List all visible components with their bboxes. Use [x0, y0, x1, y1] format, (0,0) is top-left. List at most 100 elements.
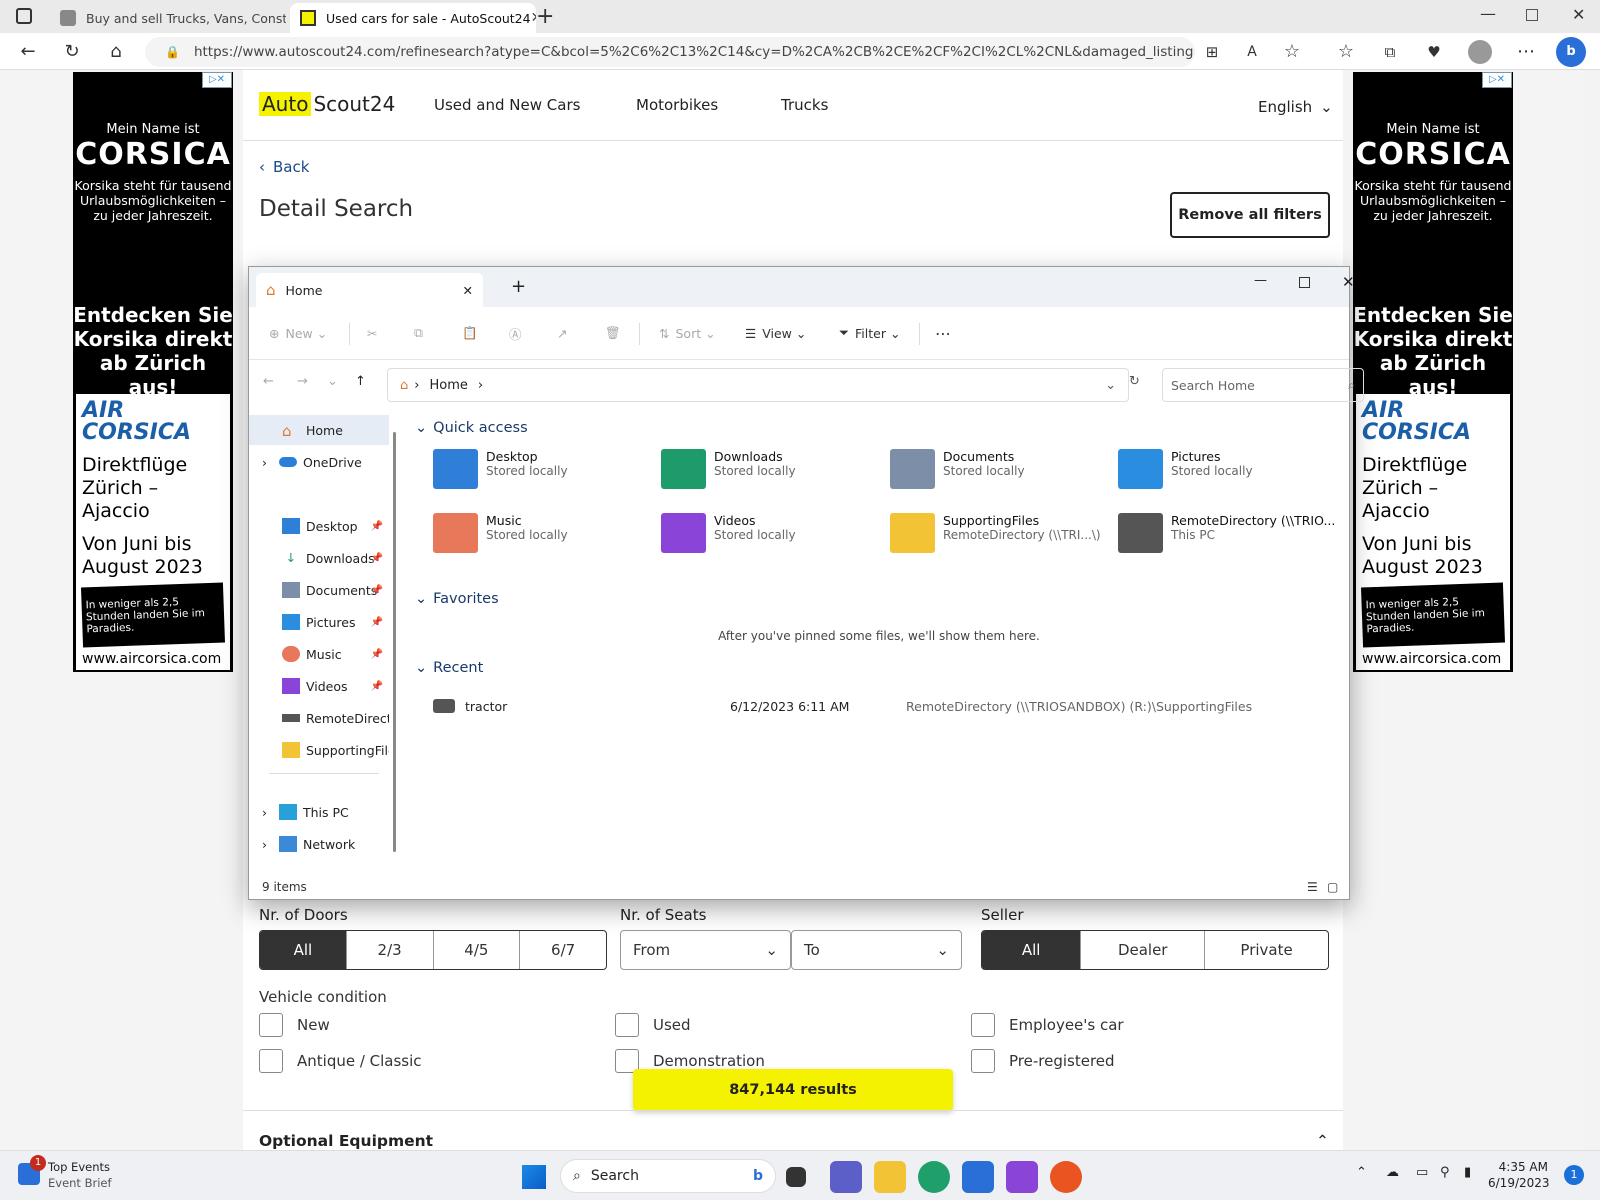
quick-access-item[interactable]: Videos Stored locally — [661, 513, 886, 573]
more-menu-icon[interactable]: ⋯ — [1514, 40, 1538, 64]
forward-arrow-icon[interactable]: → — [297, 374, 308, 389]
adchoices-icon[interactable]: ▷✕ — [202, 72, 232, 88]
remove-filters-button[interactable]: Remove all filters — [1170, 192, 1330, 238]
condition-employee[interactable]: Employee's car — [971, 1013, 1124, 1037]
doors-option[interactable]: 6/7 — [520, 931, 606, 969]
collections-icon[interactable]: ⧉ — [1378, 40, 1402, 64]
file-explorer-icon[interactable] — [874, 1161, 906, 1193]
checkbox[interactable] — [259, 1049, 283, 1073]
quick-access-item[interactable]: SupportingFiles RemoteDirectory (\\TRI...… — [890, 513, 1115, 573]
doors-option[interactable]: 2/3 — [347, 931, 434, 969]
restore-window-icon[interactable] — [1526, 9, 1538, 21]
bing-chat-icon[interactable]: b — [1556, 37, 1586, 67]
checkbox[interactable] — [259, 1013, 283, 1037]
quick-access-item[interactable]: RemoteDirectory (\\TRIO... This PC — [1118, 513, 1343, 573]
view-button[interactable]: ☰ View ⌄ — [745, 319, 806, 347]
more-options-icon[interactable]: ⋯ — [935, 319, 951, 347]
store-icon[interactable] — [962, 1161, 994, 1193]
network-status-icon[interactable]: ⚲ — [1440, 1165, 1450, 1180]
copy-icon[interactable]: ⧉ — [414, 319, 423, 347]
seller-option[interactable]: Private — [1205, 931, 1328, 969]
nav-music[interactable]: Music 📌 — [249, 639, 389, 669]
nav-videos[interactable]: Videos 📌 — [249, 671, 389, 701]
favorites-header[interactable]: ⌄ Favorites — [415, 591, 499, 607]
recent-row[interactable]: tractor 6/12/2023 6:11 AM RemoteDirector… — [433, 695, 1343, 717]
favorite-star-icon[interactable]: ☆ — [1280, 40, 1304, 64]
quick-access-item[interactable]: Music Stored locally — [433, 513, 658, 573]
profile-avatar[interactable] — [1468, 40, 1492, 64]
checkbox[interactable] — [615, 1013, 639, 1037]
language-selector[interactable]: English ⌄ — [1258, 98, 1333, 116]
refresh-icon[interactable]: ↻ — [1129, 374, 1140, 389]
close-tab-icon[interactable]: ✕ — [463, 283, 473, 298]
maximize-icon[interactable] — [1299, 277, 1310, 288]
sort-button[interactable]: ⇅ Sort ⌄ — [659, 319, 716, 347]
url-field[interactable]: 🔒 https://www.autoscout24.com/refinesear… — [145, 37, 1195, 67]
chevron-down-icon[interactable]: ⌄ — [1105, 378, 1116, 393]
pin-icon[interactable]: 📌 — [371, 521, 383, 532]
browser-tab[interactable]: Buy and sell Trucks, Vans, Constr... ✕ — [50, 3, 286, 33]
display-icon[interactable]: ▭ — [1416, 1165, 1428, 1180]
back-arrow-icon[interactable]: ← — [16, 40, 40, 64]
nav-used-new-cars[interactable]: Used and New Cars — [434, 96, 580, 114]
refresh-icon[interactable]: ↻ — [60, 40, 84, 64]
onedrive-status-icon[interactable]: ☁ — [1386, 1165, 1399, 1180]
notification-badge[interactable]: 1 — [1564, 1165, 1584, 1185]
checkbox[interactable] — [971, 1049, 995, 1073]
nav-scrollbar[interactable] — [393, 432, 396, 852]
home-icon[interactable]: ⌂ — [104, 40, 128, 64]
nav-onedrive[interactable]: › OneDrive — [249, 447, 389, 477]
cut-icon[interactable]: ✂ — [367, 319, 377, 347]
quick-access-header[interactable]: ⌄ Quick access — [415, 420, 528, 436]
left-advertisement[interactable]: Mein Name ist CORSICA Korsika steht für … — [73, 72, 233, 672]
tiles-view-icon[interactable]: ▢ — [1327, 875, 1338, 899]
nav-trucks[interactable]: Trucks — [781, 96, 828, 114]
condition-preregistered[interactable]: Pre-registered — [971, 1049, 1115, 1073]
edge-browser-icon[interactable] — [918, 1161, 950, 1193]
seller-option[interactable]: All — [982, 931, 1082, 969]
share-icon[interactable]: ↗ — [557, 319, 567, 347]
checkbox[interactable] — [971, 1013, 995, 1037]
details-view-icon[interactable]: ☰ — [1307, 875, 1318, 899]
taskbar-search[interactable]: ⌕ Search b — [560, 1159, 776, 1193]
nav-thispc[interactable]: › This PC — [249, 797, 389, 827]
optional-equipment-header[interactable]: Optional Equipment ⌃ — [259, 1132, 1329, 1150]
chevron-right-icon[interactable]: › — [262, 805, 267, 820]
back-link[interactable]: ‹ Back — [259, 158, 309, 176]
chevron-right-icon[interactable]: › — [262, 837, 267, 852]
paste-icon[interactable]: 📋 — [462, 319, 478, 347]
delete-icon[interactable]: 🗑 — [605, 319, 621, 347]
adchoices-icon[interactable]: ▷✕ — [1482, 72, 1512, 88]
recent-header[interactable]: ⌄ Recent — [415, 660, 483, 676]
new-button[interactable]: ⊕ New ⌄ — [269, 319, 327, 347]
news-widget[interactable]: 1 Top Events Event Brief — [18, 1155, 112, 1191]
nav-desktop[interactable]: Desktop 📌 — [249, 511, 389, 541]
condition-used[interactable]: Used — [615, 1013, 691, 1037]
seats-to-select[interactable]: To ⌄ — [791, 930, 962, 970]
quick-access-item[interactable]: Downloads Stored locally — [661, 449, 886, 509]
nav-motorbikes[interactable]: Motorbikes — [636, 96, 718, 114]
seats-from-select[interactable]: From ⌄ — [620, 930, 791, 970]
ubuntu-icon[interactable] — [1050, 1161, 1082, 1193]
site-logo[interactable]: Auto Scout24 — [259, 92, 395, 116]
path-bar[interactable]: ⌂ › Home › ⌄ — [387, 368, 1129, 402]
tab-actions-icon[interactable] — [16, 8, 32, 24]
close-window-icon[interactable]: ✕ — [1572, 5, 1585, 24]
right-advertisement[interactable]: Mein Name ist CORSICA Korsika steht für … — [1353, 72, 1513, 672]
windows-start-icon[interactable] — [522, 1165, 546, 1189]
minimize-icon[interactable]: — — [1254, 273, 1267, 288]
close-icon[interactable]: ✕ — [1342, 273, 1355, 291]
search-input[interactable]: Search Home ⌕ — [1162, 368, 1364, 402]
read-aloud-icon[interactable]: A — [1240, 40, 1264, 64]
show-hidden-icons-icon[interactable]: ⌃ — [1356, 1165, 1367, 1180]
favorites-list-icon[interactable]: ☆ — [1334, 40, 1358, 64]
chevron-right-icon[interactable]: › — [262, 455, 267, 470]
app-available-icon[interactable]: ⊞ — [1200, 40, 1224, 64]
explorer-tab[interactable]: ⌂ Home ✕ — [256, 273, 483, 307]
nav-remotedirectory[interactable]: RemoteDirector — [249, 703, 389, 733]
pin-icon[interactable]: 📌 — [371, 553, 383, 564]
condition-new[interactable]: New — [259, 1013, 330, 1037]
nav-supportingfiles[interactable]: SupportingFiles — [249, 735, 389, 765]
nav-network[interactable]: › Network — [249, 829, 389, 859]
pin-icon[interactable]: 📌 — [371, 617, 383, 628]
